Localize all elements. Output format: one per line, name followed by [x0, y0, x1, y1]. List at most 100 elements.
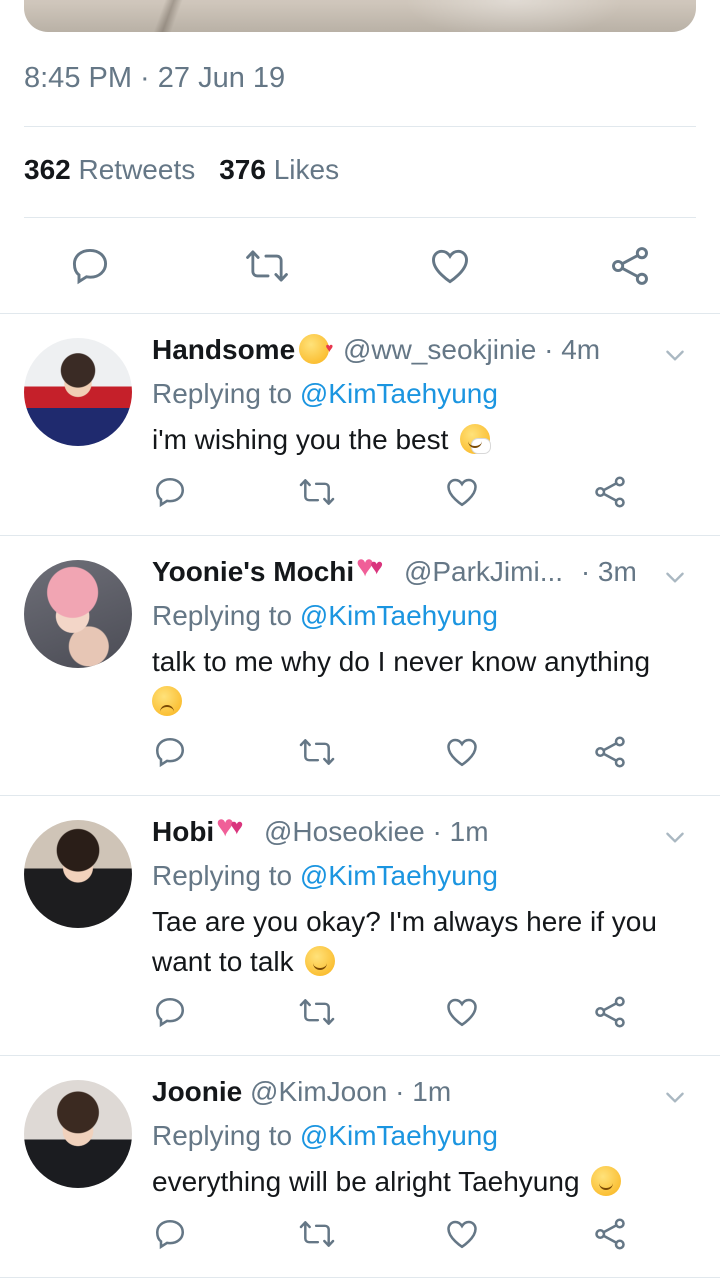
more-options-button[interactable] — [662, 564, 688, 597]
mention-link[interactable]: @KimTaehyung — [300, 1120, 498, 1151]
mention-link[interactable]: @KimTaehyung — [300, 600, 498, 631]
more-options-button[interactable] — [662, 1084, 688, 1117]
reply-button[interactable] — [68, 244, 112, 288]
likes-stat[interactable]: 376 Likes — [219, 154, 339, 186]
replying-prefix: Replying to — [152, 600, 293, 631]
share-button[interactable] — [592, 474, 628, 510]
reply-time: · 1m — [395, 1076, 452, 1107]
chevron-down-icon — [666, 572, 684, 583]
more-options-button[interactable] — [662, 824, 688, 857]
share-button[interactable] — [592, 994, 628, 1030]
like-icon — [447, 738, 477, 767]
reply-tweet[interactable]: Yoonie's Mochi @ParkJimi... · 3m Replyin… — [0, 536, 720, 794]
like-button[interactable] — [444, 994, 480, 1030]
like-button[interactable] — [444, 1216, 480, 1252]
share-button[interactable] — [592, 734, 628, 770]
divider — [24, 126, 696, 127]
like-icon — [447, 478, 477, 507]
reply-tweet[interactable]: Hobi @Hoseokiee · 1m Replying to @KimTae… — [0, 796, 720, 1054]
reply-action-bar — [0, 1216, 720, 1256]
share-button[interactable] — [592, 1216, 628, 1252]
retweet-icon — [299, 1221, 335, 1247]
username[interactable]: @KimJoon — [250, 1076, 387, 1107]
retweets-stat[interactable]: 362 Retweets — [24, 154, 195, 186]
retweet-icon — [299, 479, 335, 505]
retweet-icon — [299, 999, 335, 1025]
reply-button[interactable] — [152, 1216, 188, 1252]
reply-action-bar — [0, 994, 720, 1034]
retweet-button[interactable] — [298, 1216, 336, 1252]
like-button[interactable] — [428, 244, 472, 288]
reply-header: Hobi @Hoseokiee · 1m — [152, 810, 692, 857]
reply-action-bar — [0, 734, 720, 774]
likes-count: 376 — [219, 154, 266, 185]
share-icon — [595, 1218, 625, 1250]
replying-to: Replying to @KimTaehyung — [152, 1120, 692, 1160]
username[interactable]: @ww_seokjinie — [343, 334, 536, 365]
replying-prefix: Replying to — [152, 1120, 293, 1151]
reply-icon — [155, 997, 185, 1028]
like-icon — [432, 249, 468, 284]
chevron-down-icon — [666, 1092, 684, 1103]
retweet-button[interactable] — [298, 734, 336, 770]
replying-to: Replying to @KimTaehyung — [152, 860, 692, 900]
tweet-stats: 362 Retweets 376 Likes — [24, 154, 339, 186]
tweet-text-content: everything will be alright Taehyung — [152, 1166, 580, 1197]
mention-link[interactable]: @KimTaehyung — [300, 860, 498, 891]
two-hearts-emoji — [356, 550, 390, 586]
divider — [24, 217, 696, 218]
tweet-text-content: talk to me why do I never know anything — [152, 646, 651, 677]
display-name[interactable]: Joonie — [152, 1076, 242, 1107]
kissing-face-emoji — [299, 334, 333, 364]
frowning-face-emoji — [152, 686, 182, 716]
retweet-button[interactable] — [298, 994, 336, 1030]
tweet-text-content: i'm wishing you the best — [152, 424, 449, 455]
retweet-button[interactable] — [298, 474, 336, 510]
username[interactable]: @ParkJimi... — [404, 556, 563, 587]
like-button[interactable] — [444, 474, 480, 510]
replying-to: Replying to @KimTaehyung — [152, 378, 692, 418]
replying-prefix: Replying to — [152, 860, 293, 891]
reply-header: Yoonie's Mochi @ParkJimi... · 3m — [152, 550, 692, 597]
retweets-count: 362 — [24, 154, 71, 185]
mention-link[interactable]: @KimTaehyung — [300, 378, 498, 409]
retweet-icon — [299, 739, 335, 765]
reply-icon — [155, 477, 185, 508]
display-name[interactable]: Handsome — [152, 334, 295, 365]
retweet-icon — [246, 250, 288, 282]
tweet-media-image[interactable] — [24, 0, 696, 32]
retweets-label: Retweets — [78, 154, 196, 185]
smiling-face-emoji — [305, 946, 336, 976]
avatar[interactable] — [24, 820, 132, 928]
share-icon — [612, 247, 648, 285]
tweet-text: Tae are you okay? I'm always here if you… — [152, 902, 692, 982]
reply-action-bar — [0, 474, 720, 514]
tweet-text: talk to me why do I never know anything — [152, 642, 692, 722]
display-name[interactable]: Yoonie's Mochi — [152, 556, 354, 587]
reply-button[interactable] — [152, 474, 188, 510]
reply-button[interactable] — [152, 994, 188, 1030]
share-icon — [595, 476, 625, 508]
display-name[interactable]: Hobi — [152, 816, 214, 847]
avatar[interactable] — [24, 560, 132, 668]
reply-header: Joonie @KimJoon · 1m — [152, 1076, 692, 1116]
share-button[interactable] — [608, 244, 652, 288]
tweet-text-content: Tae are you okay? I'm always here if you… — [152, 906, 657, 977]
avatar[interactable] — [24, 338, 132, 446]
more-options-button[interactable] — [662, 342, 688, 375]
reply-time: · 1m — [432, 816, 489, 847]
reply-tweet[interactable]: Handsome @ww_seokjinie · 4m Replying to … — [0, 314, 720, 534]
relieved-face-emoji — [591, 1166, 622, 1196]
reply-button[interactable] — [152, 734, 188, 770]
reply-icon — [155, 1219, 185, 1250]
divider — [0, 1277, 720, 1278]
chevron-down-icon — [666, 832, 684, 843]
retweet-button[interactable] — [244, 244, 290, 288]
like-button[interactable] — [444, 734, 480, 770]
reply-icon — [72, 248, 108, 285]
like-icon — [447, 1220, 477, 1249]
tweet-text: everything will be alright Taehyung — [152, 1162, 692, 1202]
reply-tweet[interactable]: Joonie @KimJoon · 1m Replying to @KimTae… — [0, 1056, 720, 1276]
username[interactable]: @Hoseokiee — [264, 816, 425, 847]
avatar[interactable] — [24, 1080, 132, 1188]
